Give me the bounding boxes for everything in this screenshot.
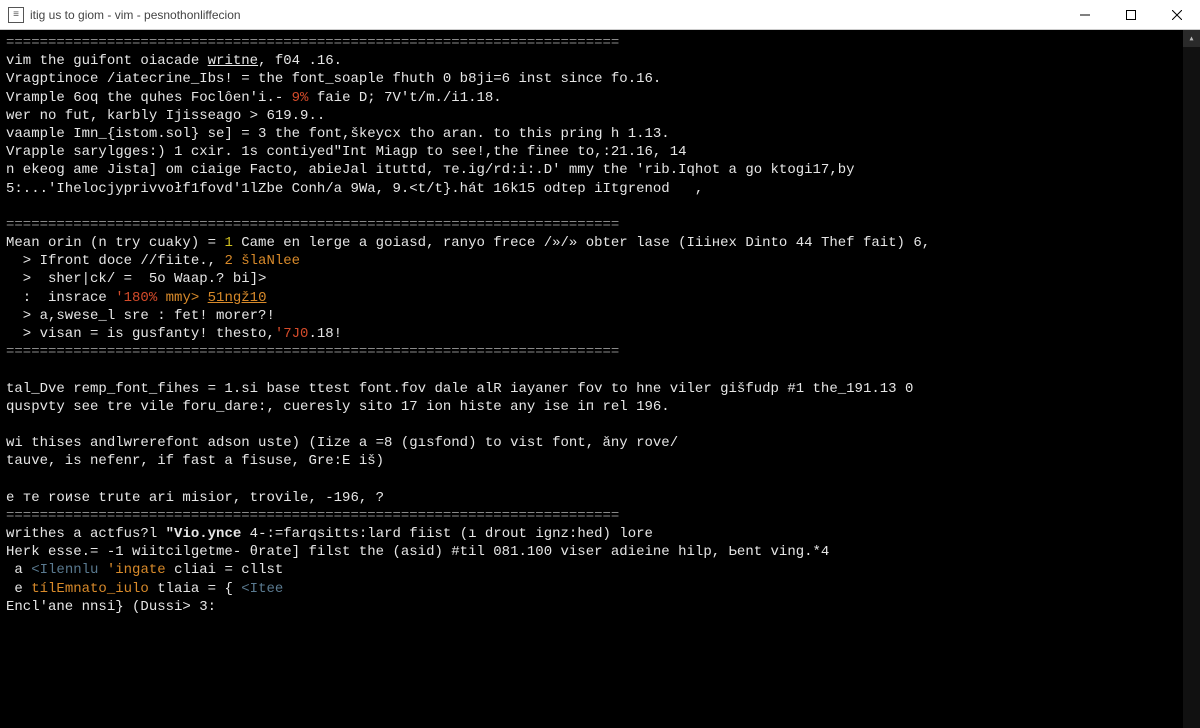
- terminal-line: > sher|ck/ = 5o Waap.? bi]>: [6, 270, 1177, 288]
- text-segment: faie D; 7V't/m./i1.18.: [308, 90, 501, 106]
- text-segment: tlaia = {: [149, 581, 241, 597]
- text-segment: ========================================…: [6, 217, 619, 233]
- window-title: itig us to giom - vim - pesnothonliffeci…: [30, 8, 241, 22]
- terminal-line: vaample Imn_{istom.sol} se] = 3 the font…: [6, 125, 1177, 143]
- text-segment: tal_Dve remp_font_fihes = 1.si base ttes…: [6, 381, 913, 397]
- terminal-line: a <Ilennlu 'ingate cliai = cllst: [6, 561, 1177, 579]
- terminal-line: ========================================…: [6, 216, 1177, 234]
- terminal-line: > Ifront doce //fiite., 2 šlaNlee: [6, 252, 1177, 270]
- text-segment: a: [6, 562, 31, 578]
- app-icon: ≡: [8, 7, 24, 23]
- terminal-line: 5:...'Ihelocjyprivvołf1fovd'1lZbe Conh/a…: [6, 180, 1177, 198]
- terminal-line: Vragptinoce /iatecrine_Ibs! = the font_s…: [6, 70, 1177, 88]
- terminal-line: ========================================…: [6, 507, 1177, 525]
- terminal-line: Herk esse.= -1 wiitсilgetme- θrate] fils…: [6, 543, 1177, 561]
- terminal-line: Encl'ane nnsi} (Dussi> 3:: [6, 598, 1177, 616]
- text-segment: "Vio.ynce: [166, 526, 242, 542]
- text-segment: 'ingate: [98, 562, 174, 578]
- text-segment: 5:...'Ihelocjyprivvołf1fovd'1lZbe Conh/a…: [6, 181, 703, 197]
- terminal-line: [6, 471, 1177, 489]
- text-segment: 2 šlaNlee: [224, 253, 300, 269]
- text-segment: mmy>: [157, 290, 207, 306]
- text-segment: e: [6, 581, 31, 597]
- maximize-icon: [1126, 10, 1136, 20]
- scroll-track[interactable]: [1183, 47, 1200, 728]
- terminal-line: tal_Dve remp_font_fihes = 1.si base ttes…: [6, 380, 1177, 398]
- titlebar[interactable]: ≡ itig us to giom - vim - pesnothonliffe…: [0, 0, 1200, 30]
- terminal-line: writhes a actfus?l "Vio.ynce 4-:=farqsit…: [6, 525, 1177, 543]
- terminal-line: vim the guifont oiacade writne, f04 .16.: [6, 52, 1177, 70]
- text-segment: 4-:=farqsitts:lard fiist (ı drout ignz:h…: [241, 526, 653, 542]
- terminal-line: Vrapple sarylgges:) 1 cxir. 1s contiyed"…: [6, 143, 1177, 161]
- text-segment: vaample Imn_{istom.sol} se] = 3 the font…: [6, 126, 670, 142]
- text-segment: Herk esse.= -1 wiitсilgetme- θrate] fils…: [6, 544, 829, 560]
- text-segment: vim the guifont oiacade: [6, 53, 208, 69]
- terminal-line: e те roиse trute ari misior, trovile, -1…: [6, 489, 1177, 507]
- text-segment: : insrace: [6, 290, 115, 306]
- terminal-line: [6, 198, 1177, 216]
- terminal-line: n ekeog ame Jista] om ciaige Facto, abie…: [6, 161, 1177, 179]
- text-segment: writne: [208, 53, 258, 69]
- text-segment: <Itee: [241, 581, 283, 597]
- terminal-line: [6, 416, 1177, 434]
- text-segment: , f04 .16.: [258, 53, 342, 69]
- terminal-line: > a,swese_l sre : fet! morer?!: [6, 307, 1177, 325]
- text-segment: > Ifront doce //fiite.,: [6, 253, 224, 269]
- text-segment: .18!: [308, 326, 342, 342]
- terminal-line: quspvty see tre vile foru_dare:, cueresl…: [6, 398, 1177, 416]
- text-segment: Mean orin (n try cuaky) =: [6, 235, 224, 251]
- text-segment: quspvty see tre vile foru_dare:, cueresl…: [6, 399, 670, 415]
- terminal-line: > visan = is gusfanty! thesto,'7J0.18!: [6, 325, 1177, 343]
- close-button[interactable]: [1154, 0, 1200, 30]
- terminal-line: wer no fut, karbly Ijisseago > 619.9..: [6, 107, 1177, 125]
- terminal-line: e tílEmnatо_iulo tlaia = { <Itee: [6, 580, 1177, 598]
- text-segment: cliai = cllst: [174, 562, 283, 578]
- text-segment: > sher|ck/ = 5o Waap.? bi]>: [6, 271, 266, 287]
- text-segment: [6, 472, 14, 488]
- terminal-line: ========================================…: [6, 34, 1177, 52]
- text-segment: tílEmnatо_iulo: [31, 581, 149, 597]
- text-segment: Encl'ane nnsi} (Dussi> 3:: [6, 599, 216, 615]
- text-segment: ========================================…: [6, 35, 619, 51]
- text-segment: Came en lerge a goiasd, ranyo frece /»/»…: [233, 235, 930, 251]
- text-segment: [6, 199, 14, 215]
- window: ≡ itig us to giom - vim - pesnothonliffe…: [0, 0, 1200, 728]
- text-segment: Vrample 6oq the quhes Foclôen'i.-: [6, 90, 292, 106]
- text-segment: [6, 362, 14, 378]
- text-segment: 51ngž10: [208, 290, 267, 306]
- close-icon: [1172, 10, 1182, 20]
- terminal-output[interactable]: ========================================…: [0, 30, 1183, 728]
- text-segment: '180%: [115, 290, 157, 306]
- text-segment: ========================================…: [6, 508, 619, 524]
- text-segment: Vragptinoce /iatecrine_Ibs! = the font_s…: [6, 71, 661, 87]
- text-segment: [6, 417, 14, 433]
- text-segment: 9%: [292, 90, 309, 106]
- text-segment: 1: [224, 235, 232, 251]
- maximize-button[interactable]: [1108, 0, 1154, 30]
- text-segment: Vrapple sarylgges:) 1 cxir. 1s contiyed"…: [6, 144, 687, 160]
- terminal-line: ========================================…: [6, 343, 1177, 361]
- text-segment: <Ilennlu: [31, 562, 98, 578]
- content-wrap: ========================================…: [0, 30, 1200, 728]
- minimize-button[interactable]: [1062, 0, 1108, 30]
- terminal-line: tauve, is nefenr, if fast a fisuse, Gre:…: [6, 452, 1177, 470]
- text-segment: n ekeog ame Jista] om ciaige Facto, abie…: [6, 162, 855, 178]
- text-segment: e те roиse trute ari misior, trovile, -1…: [6, 490, 384, 506]
- text-segment: wi thises andlwrerefont adson uste) (Iiz…: [6, 435, 678, 451]
- terminal-line: Mean orin (n try cuaky) = 1 Came en lerg…: [6, 234, 1177, 252]
- terminal-line: : insrace '180% mmy> 51ngž10: [6, 289, 1177, 307]
- text-segment: > visan = is gusfanty! thesto,: [6, 326, 275, 342]
- terminal-line: wi thises andlwrerefont adson uste) (Iiz…: [6, 434, 1177, 452]
- text-segment: wer no fut, karbly Ijisseago > 619.9..: [6, 108, 325, 124]
- text-segment: writhes a actfus?l: [6, 526, 166, 542]
- minimize-icon: [1080, 10, 1090, 20]
- text-segment: > a,swese_l sre : fet! morer?!: [6, 308, 275, 324]
- text-segment: ========================================…: [6, 344, 619, 360]
- text-segment: '7J0: [275, 326, 309, 342]
- scroll-up-arrow-icon[interactable]: ▴: [1183, 30, 1200, 47]
- vertical-scrollbar[interactable]: ▴: [1183, 30, 1200, 728]
- terminal-line: Vrample 6oq the quhes Foclôen'i.- 9% fai…: [6, 89, 1177, 107]
- text-segment: tauve, is nefenr, if fast a fisuse, Gre:…: [6, 453, 384, 469]
- terminal-line: [6, 361, 1177, 379]
